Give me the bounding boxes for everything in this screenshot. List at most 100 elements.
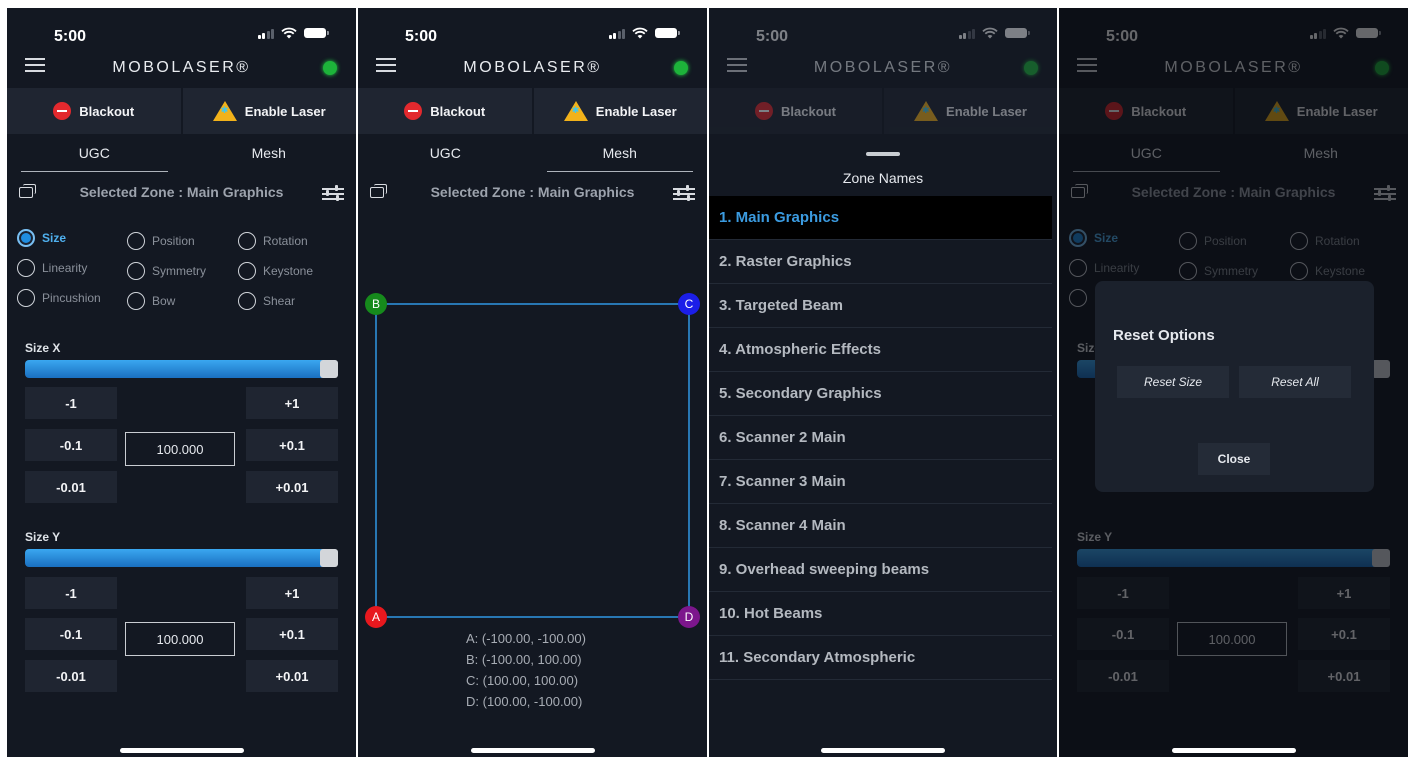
size-y-plus-0.1-button[interactable]: +0.1 — [246, 618, 338, 650]
radio-bow[interactable]: Bow — [127, 292, 175, 310]
zone-item[interactable]: 4. Atmospheric Effects — [709, 328, 1052, 372]
zone-names-sheet: Zone Names 1. Main Graphics 2. Raster Gr… — [709, 144, 1057, 757]
radio-symmetry[interactable]: Symmetry — [127, 262, 206, 280]
radio-size[interactable]: Size — [17, 229, 66, 247]
nav-bar: MOBOLASER® — [709, 52, 1057, 88]
zone-item[interactable]: 1. Main Graphics — [709, 196, 1052, 240]
home-indicator[interactable] — [821, 748, 945, 753]
screen-ugc: 5:00 MOBOLASER® Blackout Enable Laser UG… — [7, 8, 356, 757]
wifi-icon — [982, 27, 998, 39]
size-y-minus-0.1-button[interactable]: -0.1 — [25, 618, 117, 650]
zone-item[interactable]: 10. Hot Beams — [709, 592, 1052, 636]
zone-item[interactable]: 7. Scanner 3 Main — [709, 460, 1052, 504]
laser-warning-icon — [914, 101, 939, 121]
tab-bar: UGC Mesh — [7, 136, 356, 172]
zone-item[interactable]: 11. Secondary Atmospheric — [709, 636, 1052, 680]
stop-icon — [755, 102, 774, 120]
reset-all-button[interactable]: Reset All — [1239, 366, 1351, 398]
sheet-grabber[interactable] — [866, 152, 900, 156]
corner-coordinates: A: (-100.00, -100.00) B: (-100.00, 100.0… — [466, 628, 586, 712]
laser-warning-icon — [212, 101, 237, 121]
coord-b: B: (-100.00, 100.00) — [466, 652, 582, 667]
zone-list: 1. Main Graphics 2. Raster Graphics 3. T… — [709, 196, 1052, 680]
size-x-slider-thumb[interactable] — [320, 360, 338, 378]
tab-ugc[interactable]: UGC — [7, 136, 182, 172]
zone-item[interactable]: 5. Secondary Graphics — [709, 372, 1052, 416]
battery-icon — [1005, 28, 1030, 38]
connection-status-led — [323, 61, 337, 75]
size-y-slider[interactable] — [25, 549, 338, 567]
size-y-slider-thumb[interactable] — [320, 549, 338, 567]
status-bar: 5:00 — [7, 8, 356, 48]
size-y-label: Size Y — [25, 530, 61, 544]
screen-reset-dialog: 5:00 MOBOLASER® Blackout Enable Laser UG… — [1059, 8, 1408, 757]
radio-shear[interactable]: Shear — [238, 292, 295, 310]
size-x-minus-1-button[interactable]: -1 — [25, 387, 117, 419]
sheet-title: Zone Names — [842, 170, 924, 186]
screen-mesh: 5:00 MOBOLASER® Blackout Enable Laser UG… — [358, 8, 707, 757]
size-x-plus-0.1-button[interactable]: +0.1 — [246, 429, 338, 461]
size-x-minus-0.1-button[interactable]: -0.1 — [25, 429, 117, 461]
home-indicator[interactable] — [119, 748, 244, 753]
size-y-minus-0.01-button[interactable]: -0.01 — [25, 660, 117, 692]
corner-handle-d[interactable]: D — [678, 606, 700, 628]
size-x-label: Size X — [25, 341, 61, 355]
zone-item[interactable]: 9. Overhead sweeping beams — [709, 548, 1052, 592]
blackout-button[interactable]: Blackout — [7, 88, 181, 134]
coord-c: C: (100.00, 100.00) — [466, 673, 579, 688]
size-y-value-field[interactable]: 100.000 — [125, 622, 235, 656]
size-x-minus-0.01-button[interactable]: -0.01 — [25, 471, 117, 503]
home-indicator[interactable] — [470, 748, 595, 753]
signal-icon — [257, 28, 274, 39]
selected-zone-label[interactable]: Selected Zone : Main Graphics — [7, 184, 356, 200]
home-indicator[interactable] — [1171, 748, 1296, 753]
radio-pincushion[interactable]: Pincushion — [17, 289, 101, 307]
app-brand: MOBOLASER® — [813, 59, 953, 76]
radio-keystone[interactable]: Keystone — [238, 262, 313, 280]
radio-linearity[interactable]: Linearity — [17, 259, 87, 277]
size-x-plus-1-button[interactable]: +1 — [246, 387, 338, 419]
zone-item[interactable]: 2. Raster Graphics — [709, 240, 1052, 284]
action-bar: Blackout Enable Laser — [7, 88, 356, 134]
corner-handle-b[interactable]: B — [365, 293, 387, 315]
action-bar: Blackout Enable Laser — [709, 88, 1057, 134]
battery-icon — [304, 28, 329, 38]
signal-icon — [958, 28, 975, 39]
coord-d: D: (100.00, -100.00) — [466, 694, 583, 709]
dialog-title: Reset Options — [1113, 327, 1215, 344]
tab-mesh[interactable]: Mesh — [182, 136, 357, 172]
size-x-value-field[interactable]: 100.000 — [125, 432, 235, 466]
connection-status-led — [1024, 61, 1038, 75]
wifi-icon — [281, 27, 297, 39]
app-brand: MOBOLASER® — [112, 59, 251, 76]
corner-handle-a[interactable]: A — [365, 606, 387, 628]
settings-sliders-icon[interactable] — [322, 185, 344, 201]
zone-item[interactable]: 8. Scanner 4 Main — [709, 504, 1052, 548]
radio-position[interactable]: Position — [127, 232, 195, 250]
close-button[interactable]: Close — [1198, 443, 1270, 475]
zone-item[interactable]: 3. Targeted Beam — [709, 284, 1052, 328]
reset-options-dialog: Reset Options Reset Size Reset All Close — [1095, 281, 1374, 492]
stop-icon — [53, 102, 72, 120]
radio-rotation[interactable]: Rotation — [238, 232, 308, 250]
screen-zone-picker: 5:00 MOBOLASER® Blackout Enable Laser Zo… — [709, 8, 1057, 757]
zone-selector: Selected Zone : Main Graphics — [7, 178, 356, 206]
status-bar: 5:00 — [709, 8, 1057, 48]
size-y-plus-1-button[interactable]: +1 — [246, 577, 338, 609]
zone-item[interactable]: 6. Scanner 2 Main — [709, 416, 1052, 460]
blackout-button: Blackout — [709, 88, 882, 134]
size-x-slider[interactable] — [25, 360, 338, 378]
status-time: 5:00 — [54, 28, 87, 45]
nav-bar: MOBOLASER® — [7, 52, 356, 88]
corner-handle-c[interactable]: C — [678, 293, 700, 315]
status-time: 5:00 — [756, 28, 789, 45]
mesh-frame — [375, 303, 690, 618]
enable-laser-button[interactable]: Enable Laser — [180, 88, 357, 134]
effect-radio-group: Size Position Rotation Linearity Symmetr… — [7, 228, 356, 318]
coord-a: A: (-100.00, -100.00) — [466, 631, 586, 646]
size-y-plus-0.01-button[interactable]: +0.01 — [246, 660, 338, 692]
reset-size-button[interactable]: Reset Size — [1117, 366, 1229, 398]
size-x-plus-0.01-button[interactable]: +0.01 — [246, 471, 338, 503]
size-y-minus-1-button[interactable]: -1 — [25, 577, 117, 609]
enable-laser-button: Enable Laser — [882, 88, 1057, 134]
